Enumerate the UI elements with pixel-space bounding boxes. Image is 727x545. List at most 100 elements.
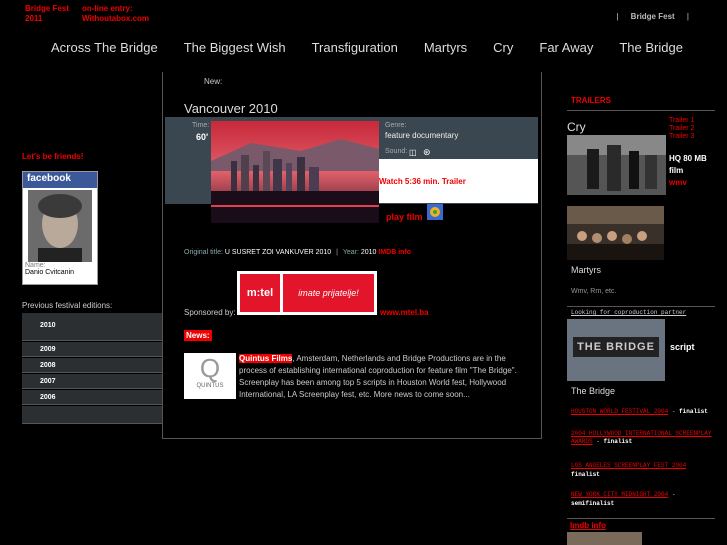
- separator: |: [616, 12, 619, 21]
- la-screenplay-link[interactable]: LOS ANGELES SCREENPLAY FEST 2004: [571, 461, 717, 470]
- main-nav: Across The Bridge The Biggest Wish Trans…: [38, 40, 696, 55]
- script-link[interactable]: script: [670, 342, 695, 352]
- sound-label: Sound:: [385, 148, 408, 155]
- nav-the-bridge[interactable]: The Bridge: [606, 40, 696, 55]
- brand-block[interactable]: Bridge Fest 2011: [25, 4, 69, 24]
- quintus-q-icon: Q: [199, 353, 221, 383]
- festival-award-2: 2004 HOLLYWOOD INTERNATIONAL SCREENPLAY …: [571, 430, 717, 446]
- new-label: New:: [204, 77, 223, 86]
- martyrs-thumbnail[interactable]: [567, 206, 664, 260]
- martyrs-formats: Wmv, Rm, etc.: [571, 288, 617, 295]
- festival-award-4: NEW YORK CITY MIDNIGHT 2004 - semifinali…: [571, 490, 717, 508]
- entry-line2: Withoutabox.com: [82, 14, 150, 23]
- news-text: Quintus Films, Amsterdam, Netherlands an…: [239, 353, 524, 401]
- facebook-badge[interactable]: facebook Name: Danio Cvitcanin: [22, 171, 98, 285]
- festival-award-1: HOUSTON WORLD FESTIVAL 2004 - finalist: [571, 408, 717, 416]
- vancouver-image[interactable]: [211, 121, 379, 223]
- imdb-thumbnail[interactable]: [567, 532, 642, 545]
- award-status: semifinalist: [571, 500, 615, 507]
- orig-title-value: U SUSRET ZOI VANKUVER 2010: [224, 249, 332, 256]
- year-value: 2010: [360, 249, 377, 256]
- nyc-midnight-link[interactable]: NEW YORK CITY MIDNIGHT 2004: [571, 491, 668, 498]
- award-status: finalist: [679, 408, 708, 415]
- time-value: 60': [196, 132, 209, 142]
- film-title: Vancouver 2010: [184, 101, 278, 116]
- award-status: finalist: [603, 438, 633, 445]
- edition-2007[interactable]: 2007: [22, 374, 162, 389]
- imdb-link[interactable]: IMDB info: [378, 249, 411, 256]
- hq-line3: wmv: [669, 178, 687, 187]
- martyrs-title: Martyrs: [571, 265, 601, 275]
- mtel-slogan: imate prijatelje!: [283, 274, 374, 312]
- edition-2006[interactable]: 2006: [22, 390, 162, 405]
- poster-title: THE BRIDGE: [573, 337, 659, 357]
- trailers-heading: TRAILERS: [571, 96, 611, 105]
- top-right-links: | Bridge Fest |: [606, 12, 699, 21]
- trailer1-link[interactable]: Trailer 1: [669, 117, 694, 125]
- entry-line1: on-line entry:: [82, 4, 133, 13]
- fb-name-label: Name:: [25, 262, 46, 269]
- brand-line2: 2011: [25, 14, 43, 23]
- brand-line1: Bridge Fest: [25, 4, 70, 13]
- edition-2010[interactable]: 2010: [22, 313, 162, 341]
- time-label: Time:: [192, 122, 210, 129]
- coproduction-link[interactable]: Looking for coproduction partner: [571, 309, 686, 316]
- divider: [567, 518, 715, 519]
- profile-photo: [28, 190, 92, 262]
- news-label: News:: [184, 330, 212, 341]
- divider: [567, 110, 715, 111]
- quintus-logo: Q QUINTUS: [184, 353, 236, 399]
- genre-label: Genre:: [385, 122, 407, 129]
- mtel-url-link[interactable]: www.mtel.ba: [380, 308, 429, 317]
- nav-biggest-wish[interactable]: The Biggest Wish: [171, 40, 299, 55]
- cry-trailers: Trailer 1 Trailer 2 Trailer 3: [669, 117, 694, 141]
- orig-title-row: Original title: U SUSRET ZOI VANKUVER 20…: [184, 249, 411, 256]
- hollywood-link[interactable]: 2004 HOLLYWOOD INTERNATIONAL SCREENPLAY …: [571, 430, 711, 445]
- sponsored-label: Sponsored by:: [184, 308, 236, 317]
- prev-editions-label: Previous festival editions:: [22, 301, 113, 310]
- imdb-info-link[interactable]: Imdb info: [570, 521, 606, 530]
- trailer3-link[interactable]: Trailer 3: [669, 133, 694, 141]
- separator: |: [686, 12, 689, 21]
- edition-empty: [22, 406, 162, 424]
- online-entry-link[interactable]: on-line entry: Withoutabox.com: [82, 4, 149, 24]
- hq-film-block[interactable]: HQ 80 MB film wmv: [669, 153, 707, 189]
- mtel-banner[interactable]: m:tel imate prijatelje!: [237, 271, 377, 315]
- dash: -: [596, 438, 600, 445]
- trailer2-link[interactable]: Trailer 2: [669, 125, 694, 133]
- bridge-poster[interactable]: THE BRIDGE: [567, 319, 665, 381]
- genre-value: feature documentary: [385, 131, 459, 140]
- hq-line2: film: [669, 166, 684, 175]
- mtel-logo: m:tel: [240, 274, 280, 312]
- play-film-link[interactable]: play film: [386, 212, 423, 222]
- fb-name-value[interactable]: Danio Cvitcanin: [23, 269, 97, 276]
- year-label: Year:: [342, 249, 359, 256]
- friends-label: Let's be friends!: [22, 152, 84, 161]
- cry-title: Cry: [567, 120, 586, 134]
- bridge-fest-link[interactable]: Bridge Fest: [631, 12, 675, 21]
- nav-far-away[interactable]: Far Away: [526, 40, 606, 55]
- houston-link[interactable]: HOUSTON WORLD FESTIVAL 2004: [571, 408, 668, 415]
- bridge-title: The Bridge: [571, 386, 616, 396]
- dash: -: [671, 408, 676, 415]
- orig-title-label: Original title:: [184, 249, 223, 256]
- nav-across-the-bridge[interactable]: Across The Bridge: [38, 40, 171, 55]
- hq-line1: HQ 80 MB: [669, 154, 707, 163]
- quintus-link[interactable]: Quintus Films: [239, 354, 293, 363]
- edition-2009[interactable]: 2009: [22, 342, 162, 357]
- award-status: finalist: [571, 471, 600, 478]
- separator: |: [336, 249, 338, 256]
- dolby-icon: ⊛: [423, 147, 431, 157]
- dash: -: [671, 491, 676, 498]
- nav-cry[interactable]: Cry: [480, 40, 526, 55]
- quintus-wordmark: QUINTUS: [196, 383, 224, 389]
- facebook-logo: facebook: [23, 172, 97, 188]
- edition-2008[interactable]: 2008: [22, 358, 162, 373]
- media-player-icon[interactable]: [427, 204, 443, 220]
- divider: [567, 306, 715, 307]
- watch-trailer-link[interactable]: Watch 5:36 min. Trailer: [379, 177, 466, 186]
- cry-thumbnail[interactable]: [567, 135, 666, 195]
- nav-transfiguration[interactable]: Transfiguration: [299, 40, 411, 55]
- stereo-icon: ◫: [409, 148, 417, 157]
- nav-martyrs[interactable]: Martyrs: [411, 40, 480, 55]
